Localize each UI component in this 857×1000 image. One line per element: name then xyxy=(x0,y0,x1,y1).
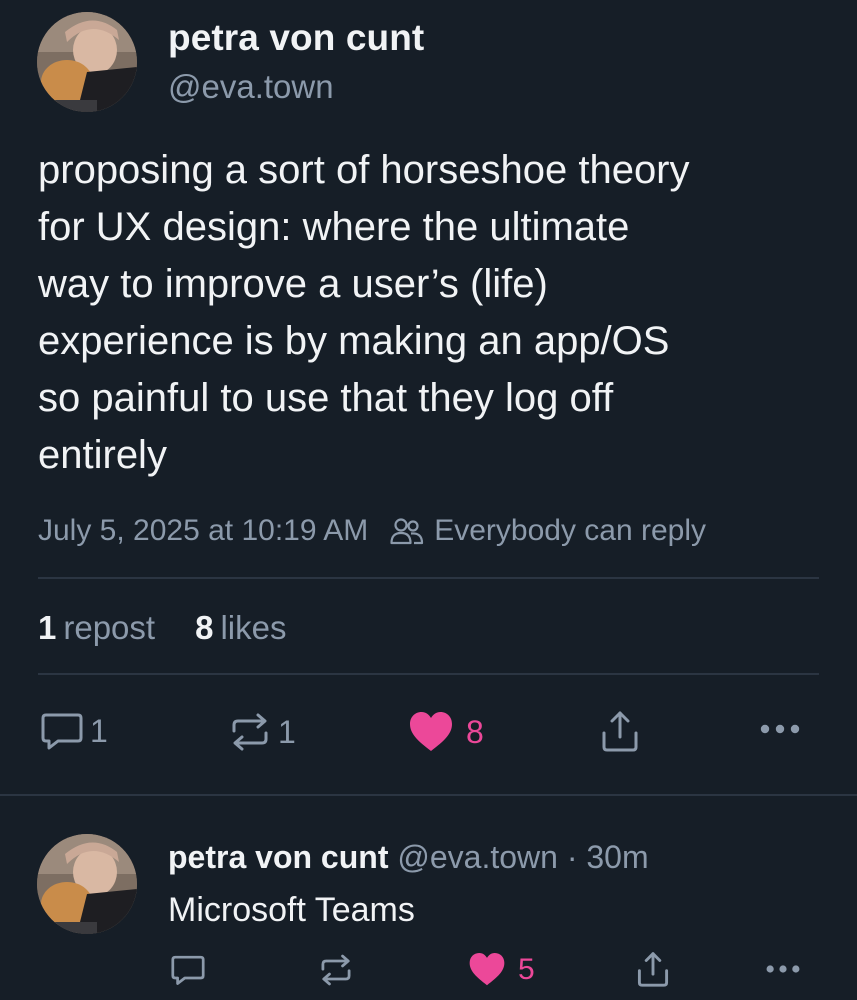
reply-text: Microsoft Teams xyxy=(168,891,415,929)
avatar-image xyxy=(37,834,137,934)
share-button[interactable] xyxy=(600,709,640,753)
repost-icon xyxy=(232,713,268,751)
reply-more-options-button[interactable] xyxy=(765,963,801,975)
reply-button[interactable]: 1 xyxy=(40,711,108,751)
post-text: proposing a sort of horseshoe theory for… xyxy=(38,148,690,477)
more-icon xyxy=(766,965,800,973)
reply-header: petra von cunt @eva.town · 30m xyxy=(168,835,649,879)
like-count: 8 xyxy=(466,713,484,750)
repost-button[interactable]: 1 xyxy=(228,711,296,753)
repost-icon xyxy=(321,954,351,986)
author-avatar[interactable] xyxy=(37,12,137,112)
share-icon xyxy=(602,711,638,752)
repost-count: 1 xyxy=(278,713,296,750)
author-name[interactable]: petra von cunt xyxy=(168,16,424,60)
post-stats: 1 repost 8 likes xyxy=(38,604,286,652)
share-icon xyxy=(637,952,669,987)
reply-setting[interactable]: Everybody can reply xyxy=(434,514,706,548)
post-timestamp[interactable]: July 5, 2025 at 10:19 AM xyxy=(38,514,368,548)
reply-like-button[interactable]: 5 xyxy=(468,952,535,987)
likes-label[interactable]: likes xyxy=(220,609,286,647)
divider xyxy=(38,577,819,579)
divider xyxy=(38,673,819,675)
thread-divider xyxy=(0,794,857,796)
reposts-label[interactable]: repost xyxy=(63,609,155,647)
more-options-button[interactable] xyxy=(759,722,801,736)
reply-count: 1 xyxy=(90,712,108,749)
reply-share-button[interactable] xyxy=(636,950,670,988)
more-icon xyxy=(760,724,800,734)
reply-like-count: 5 xyxy=(518,952,535,986)
reply-icon xyxy=(41,713,83,750)
reply-separator: · xyxy=(566,839,578,875)
likes-count[interactable]: 8 xyxy=(195,609,213,647)
reposts-count[interactable]: 1 xyxy=(38,609,56,647)
like-button[interactable]: 8 xyxy=(408,711,484,753)
people-icon xyxy=(390,518,424,545)
reply-author-handle[interactable]: @eva.town xyxy=(397,839,558,875)
reply-author-name[interactable]: petra von cunt xyxy=(168,839,388,875)
author-handle[interactable]: @eva.town xyxy=(168,67,334,107)
reply-reply-button[interactable] xyxy=(170,954,206,986)
heart-icon xyxy=(469,952,505,986)
heart-icon xyxy=(410,712,452,751)
avatar-image xyxy=(37,12,137,112)
reply-repost-button[interactable] xyxy=(318,952,354,988)
reply-icon xyxy=(171,955,205,985)
reply-time[interactable]: 30m xyxy=(586,839,648,875)
reply-author-avatar[interactable] xyxy=(37,834,137,934)
post-meta: July 5, 2025 at 10:19 AM Everybody can r… xyxy=(38,510,706,552)
